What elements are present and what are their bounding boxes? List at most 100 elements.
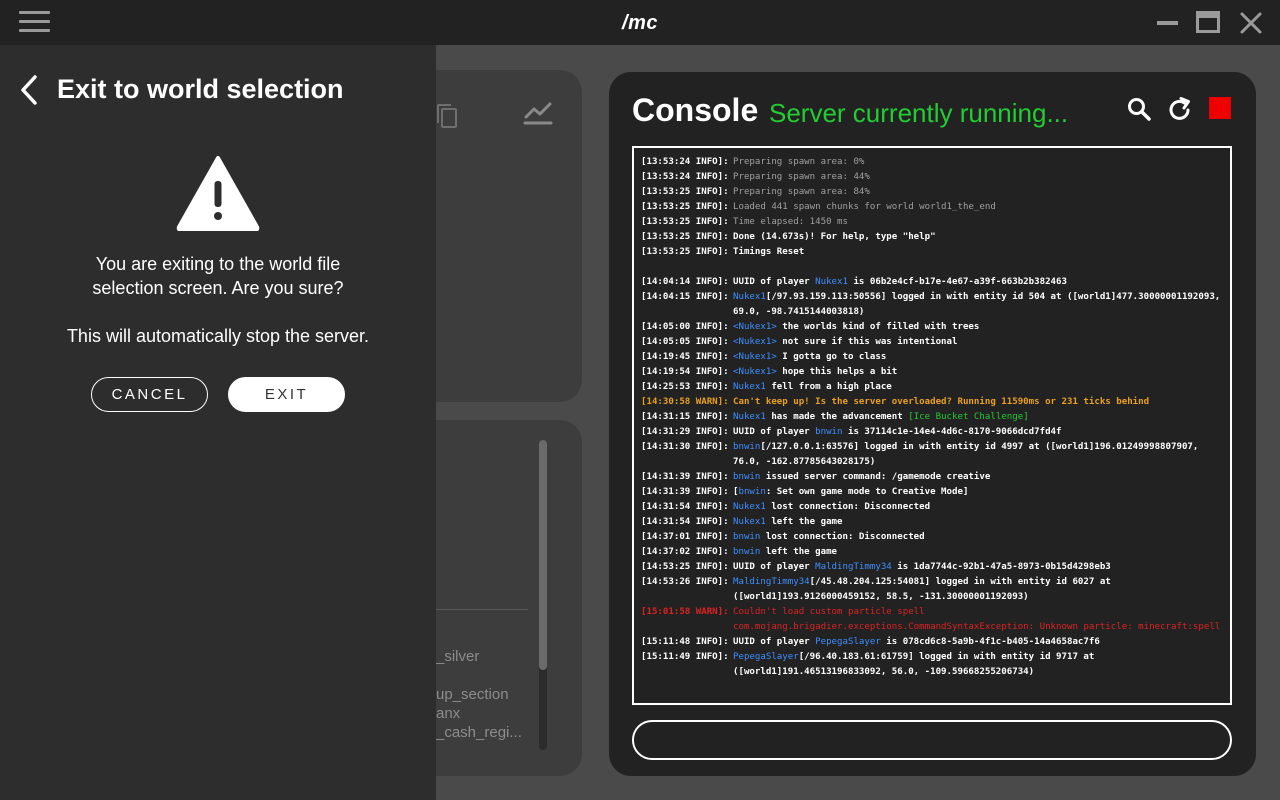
log-line: [14:37:02 INFO]: bnwin left the game xyxy=(641,545,1230,560)
log-line-continuation: 69.0, -98.7415144003818) xyxy=(641,305,1230,320)
log-line-continuation: ([world1]191.46513196833092, 56.0, -109.… xyxy=(641,665,1230,680)
log-text: Preparing spawn area: 84% xyxy=(733,187,870,197)
log-timestamp: [14:53:25 INFO]: xyxy=(641,562,729,572)
log-text: Time elapsed: 1450 ms xyxy=(733,217,848,227)
advancement-name: [Ice Bucket Challenge] xyxy=(908,412,1029,422)
log-line: [13:53:24 INFO]: Preparing spawn area: 44… xyxy=(641,170,1230,185)
log-timestamp: [13:53:25 INFO]: xyxy=(641,187,729,197)
log-line: [14:31:39 INFO]: bnwin issued server comm… xyxy=(641,470,1230,485)
log-message: Preparing spawn area: 44% xyxy=(733,170,870,185)
log-line: [13:53:25 INFO]: Done (14.673s)! For help… xyxy=(641,230,1230,245)
log-message: Couldn't load custom particle spell xyxy=(733,605,925,620)
player-name: Nukex1 xyxy=(733,412,766,422)
log-timestamp: [14:37:02 INFO]: xyxy=(641,547,729,557)
player-name: PepegaSlayer xyxy=(733,652,799,662)
log-timestamp: [13:53:24 INFO]: xyxy=(641,172,729,182)
exit-message: You are exiting to the world file select… xyxy=(92,254,344,298)
log-line: [14:19:45 INFO]: <Nukex1> I gotta go to c… xyxy=(641,350,1230,365)
log-text: Can't keep up! Is the server overloaded?… xyxy=(733,397,1150,407)
player-name: <Nukex1> xyxy=(733,367,777,377)
log-text: is 06b2e4cf-b17e-4e67-a39f-663b2b382463 xyxy=(847,277,1067,287)
log-text: [/127.0.0.1:63576] logged in with entity… xyxy=(760,442,1199,452)
log-line: [15:01:58 WARN]: Couldn't load custom par… xyxy=(641,605,1230,620)
log-line: [15:11:49 INFO]: PepegaSlayer[/96.40.183.… xyxy=(641,650,1230,665)
minimize-icon[interactable] xyxy=(1155,10,1181,36)
log-message: Nukex1 has made the advancement [Ice Buc… xyxy=(733,410,1029,425)
cancel-button[interactable]: CANCEL xyxy=(91,377,208,412)
log-text: is 37114c1e-14e4-4d6c-8170-9066dcd7fd4f xyxy=(842,427,1062,437)
log-text: the worlds kind of filled with trees xyxy=(776,322,980,332)
log-text: UUID of player xyxy=(733,277,816,287)
log-line: [14:19:54 INFO]: <Nukex1> hope this helps… xyxy=(641,365,1230,380)
search-icon[interactable] xyxy=(1127,97,1151,126)
scrollbar-thumb[interactable] xyxy=(539,440,547,670)
log-text: Timings Reset xyxy=(733,247,805,257)
log-line: [14:31:39 INFO]: [bnwin: Set own game mod… xyxy=(641,485,1230,500)
log-text: [/97.93.159.113:50556] logged in with en… xyxy=(765,292,1221,302)
log-timestamp: [14:05:05 INFO]: xyxy=(641,337,729,347)
log-text: UUID of player xyxy=(733,637,816,647)
log-line: [14:30:58 WARN]: Can't keep up! Is the se… xyxy=(641,395,1230,410)
list-item[interactable]: _silver xyxy=(436,648,528,665)
log-line: [14:31:15 INFO]: Nukex1 has made the adva… xyxy=(641,410,1230,425)
log-timestamp: [15:11:49 INFO]: xyxy=(641,652,729,662)
log-text: issued server command: /gamemode creativ… xyxy=(760,472,991,482)
log-text: Preparing spawn area: 0% xyxy=(733,157,865,167)
log-message: bnwin lost connection: Disconnected xyxy=(733,530,925,545)
log-timestamp: [14:31:29 INFO]: xyxy=(641,427,729,437)
log-message: UUID of player bnwin is 37114c1e-14e4-4d… xyxy=(733,425,1062,440)
maximize-icon[interactable] xyxy=(1196,11,1220,33)
list-scrollbar[interactable] xyxy=(539,440,547,750)
list-item[interactable]: anx xyxy=(436,705,528,722)
copy-icon[interactable] xyxy=(436,103,458,134)
log-timestamp: [15:01:58 WARN]: xyxy=(641,607,729,617)
log-message: <Nukex1> hope this helps a bit xyxy=(733,365,897,380)
player-name: bnwin xyxy=(733,547,761,557)
log-line: [13:53:25 INFO]: Preparing spawn area: 84… xyxy=(641,185,1230,200)
log-timestamp: [13:53:25 INFO]: xyxy=(641,247,729,257)
player-name: bnwin xyxy=(733,532,761,542)
player-name: Nukex1 xyxy=(733,382,766,392)
log-timestamp: [14:31:15 INFO]: xyxy=(641,412,729,422)
log-timestamp: [14:31:30 INFO]: xyxy=(641,442,729,452)
back-arrow-icon[interactable] xyxy=(16,73,44,107)
log-text: : Set own game mode to Creative Mode] xyxy=(765,487,969,497)
panel-divider xyxy=(436,609,528,610)
stop-server-button[interactable] xyxy=(1209,97,1231,119)
log-timestamp-spacer xyxy=(641,455,733,470)
log-message: MaldingTimmy34[/45.48.204.125:54081] log… xyxy=(733,575,1111,590)
log-line-continuation: ([world1]193.9126000459152, 58.5, -131.3… xyxy=(641,590,1230,605)
log-text: Preparing spawn area: 44% xyxy=(733,172,870,182)
list-item[interactable]: _cash_regi... xyxy=(436,724,528,741)
command-input[interactable] xyxy=(632,720,1232,760)
player-name: MaldingTimmy34 xyxy=(733,577,810,587)
log-line: [14:53:25 INFO]: UUID of player MaldingTi… xyxy=(641,560,1230,575)
log-timestamp: [14:30:58 WARN]: xyxy=(641,397,729,407)
log-text: is 078cd6c8-5a9b-4f1c-b405-14a4658ac7f6 xyxy=(880,637,1100,647)
log-line: [14:31:54 INFO]: Nukex1 lost connection: … xyxy=(641,500,1230,515)
log-message: bnwin issued server command: /gamemode c… xyxy=(733,470,990,485)
log-text: com.mojang.brigadier.exceptions.CommandS… xyxy=(733,622,1221,632)
drawer-title: Exit to world selection xyxy=(57,74,344,104)
log-line-continuation: com.mojang.brigadier.exceptions.CommandS… xyxy=(641,620,1230,635)
log-line: [13:53:24 INFO]: Preparing spawn area: 0% xyxy=(641,155,1230,170)
log-text: Done (14.673s)! For help, type "help" xyxy=(733,232,936,242)
log-line: [13:53:25 INFO]: Loaded 441 spawn chunks … xyxy=(641,200,1230,215)
refresh-icon[interactable] xyxy=(1167,97,1193,128)
log-text: is 1da7744c-92b1-47a5-8973-0b15d4298eb3 xyxy=(891,562,1111,572)
log-message: <Nukex1> the worlds kind of filled with … xyxy=(733,320,979,335)
player-name: Nukex1 xyxy=(733,517,766,527)
log-text: hope this helps a bit xyxy=(776,367,898,377)
log-timestamp: [14:25:53 INFO]: xyxy=(641,382,729,392)
exit-drawer: Exit to world selection You are exiting … xyxy=(0,45,436,800)
log-text: ([world1]193.9126000459152, 58.5, -131.3… xyxy=(733,592,1029,602)
exit-button[interactable]: EXIT xyxy=(228,377,345,412)
log-message: UUID of player Nukex1 is 06b2e4cf-b17e-4… xyxy=(733,275,1067,290)
log-message: Nukex1 fell from a high place xyxy=(733,380,892,395)
stats-chart-icon[interactable] xyxy=(523,100,553,131)
close-icon[interactable] xyxy=(1238,10,1264,36)
player-name: bnwin xyxy=(815,427,843,437)
log-message: <Nukex1> not sure if this was intentiona… xyxy=(733,335,957,350)
log-timestamp: [14:31:39 INFO]: xyxy=(641,472,729,482)
list-item[interactable]: up_section xyxy=(436,686,528,703)
